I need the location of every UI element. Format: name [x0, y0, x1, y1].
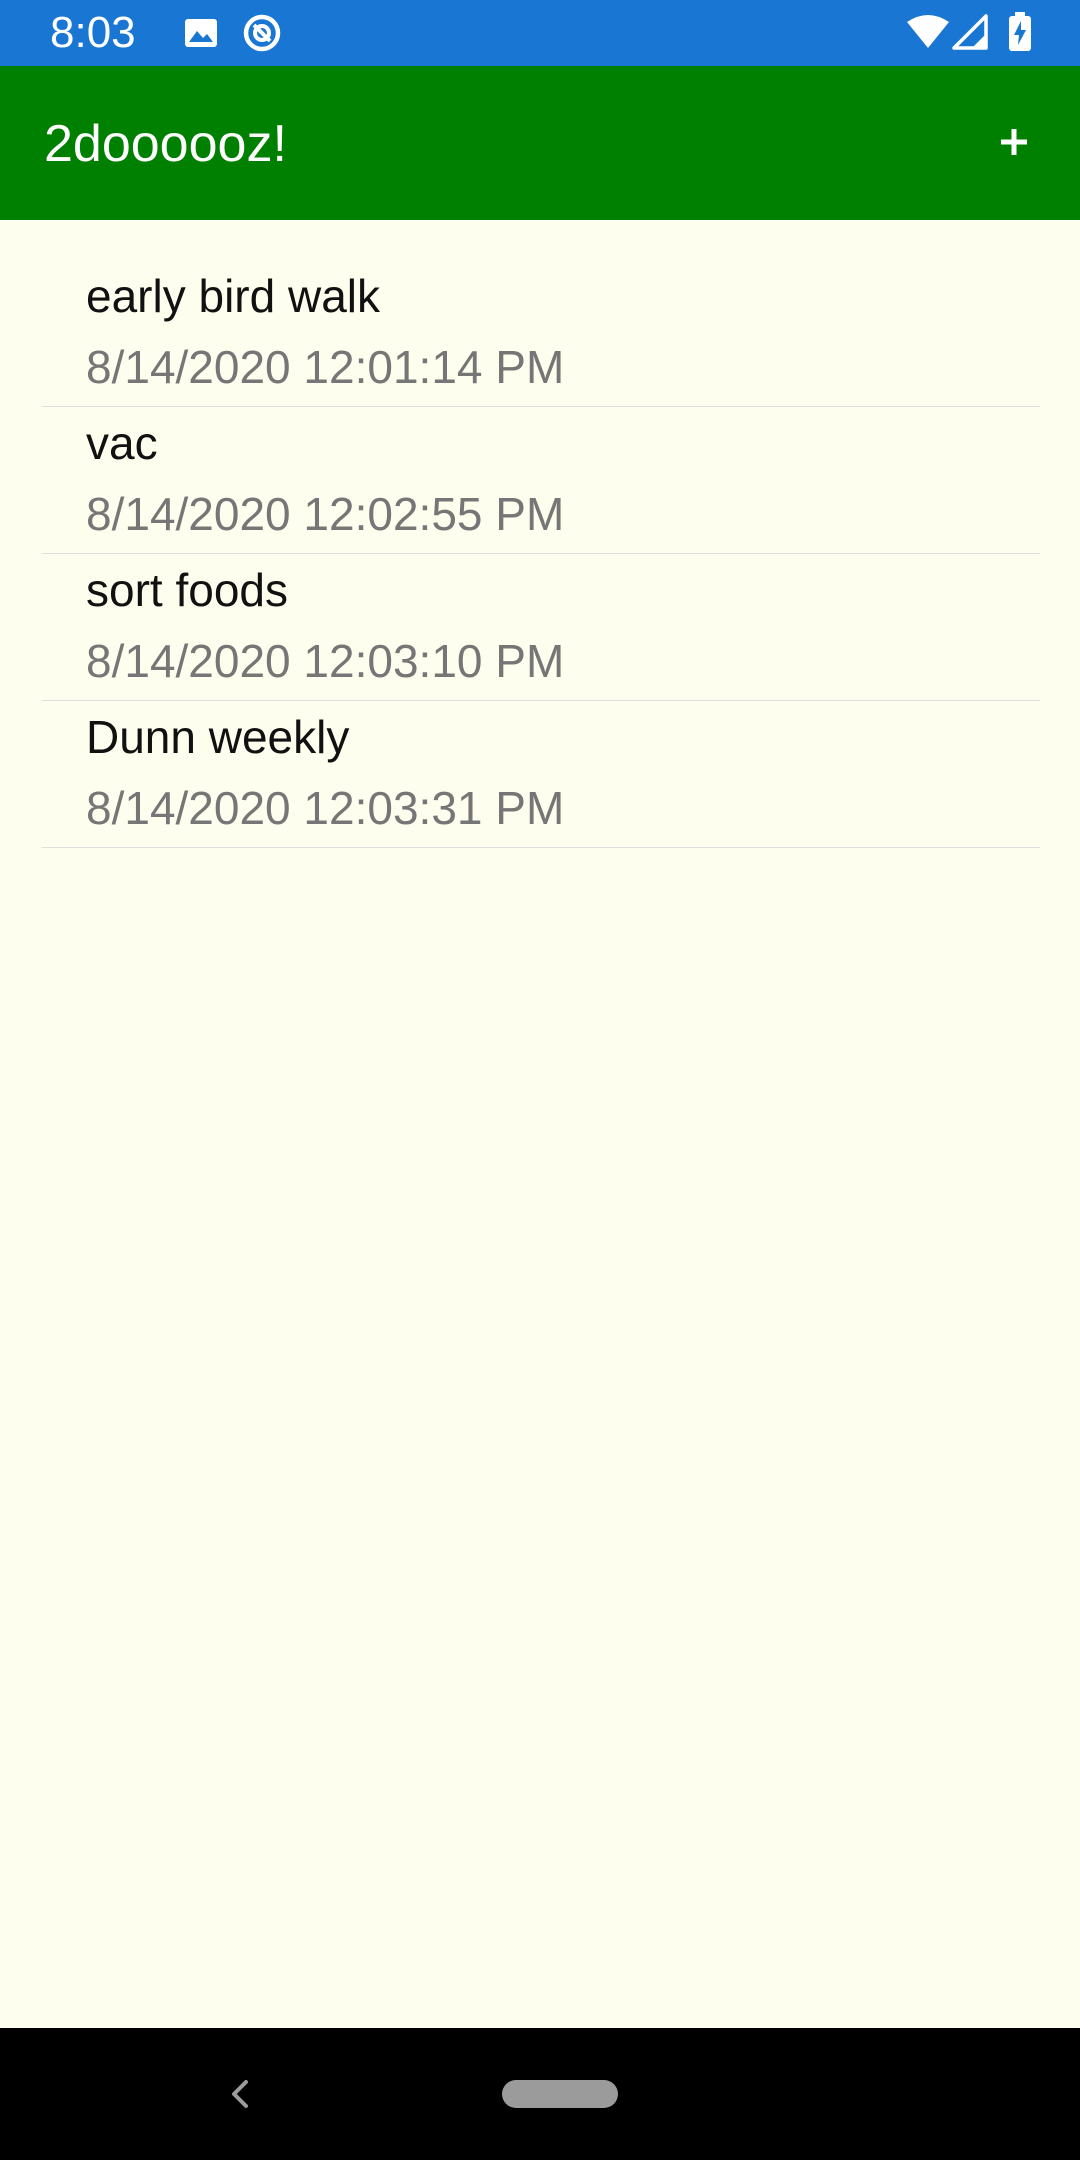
todo-timestamp: 8/14/2020 12:03:31 PM — [86, 782, 565, 834]
todo-list-area: early bird walk 8/14/2020 12:01:14 PM va… — [0, 220, 1080, 2028]
todo-item[interactable]: sort foods 8/14/2020 12:03:10 PM — [42, 554, 1040, 701]
image-icon — [184, 18, 218, 53]
todo-title: early bird walk — [86, 270, 380, 322]
back-icon[interactable] — [222, 2074, 258, 2114]
todo-list: early bird walk 8/14/2020 12:01:14 PM va… — [42, 260, 1040, 848]
todo-title: Dunn weekly — [86, 711, 350, 763]
cell-signal-icon — [952, 14, 988, 55]
todo-title: sort foods — [86, 564, 288, 616]
battery-charging-icon — [1008, 12, 1032, 57]
todo-title: vac — [86, 417, 158, 469]
status-time: 8:03 — [50, 8, 136, 57]
home-pill-icon[interactable] — [502, 2080, 618, 2108]
vpn-icon — [242, 13, 282, 58]
todo-timestamp: 8/14/2020 12:01:14 PM — [86, 341, 565, 393]
wifi-icon — [906, 14, 950, 55]
app-bar: 2doooooz! — [0, 66, 1080, 220]
todo-item[interactable]: vac 8/14/2020 12:02:55 PM — [42, 407, 1040, 554]
plus-icon — [1001, 129, 1027, 155]
app-title: 2doooooz! — [44, 115, 287, 173]
todo-item[interactable]: early bird walk 8/14/2020 12:01:14 PM — [42, 260, 1040, 407]
navigation-bar — [0, 2028, 1080, 2160]
add-todo-button[interactable] — [982, 110, 1046, 174]
todo-timestamp: 8/14/2020 12:02:55 PM — [86, 488, 565, 540]
status-bar: 8:03 — [0, 0, 1080, 66]
todo-item[interactable]: Dunn weekly 8/14/2020 12:03:31 PM — [42, 701, 1040, 848]
todo-timestamp: 8/14/2020 12:03:10 PM — [86, 635, 565, 687]
